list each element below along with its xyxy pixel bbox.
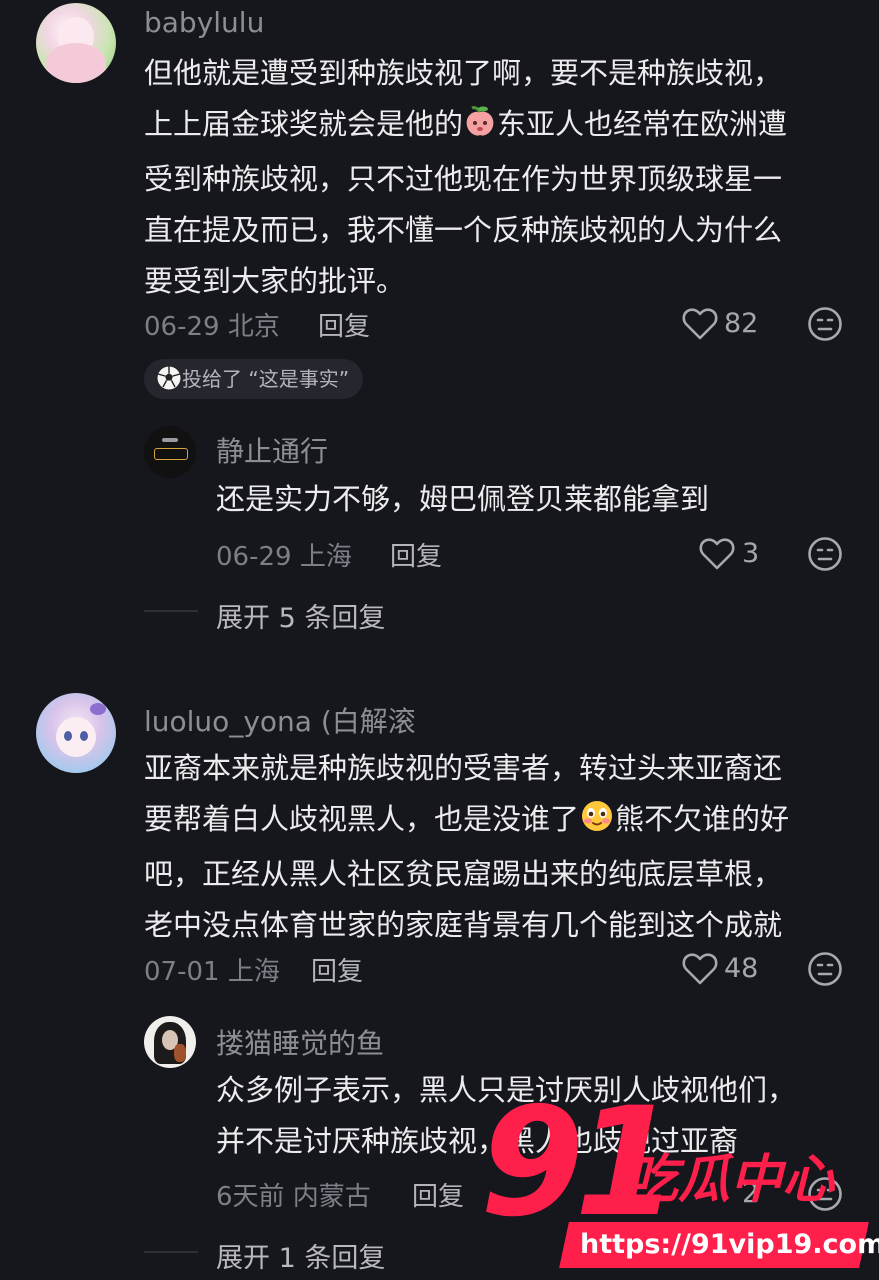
reply-date-location: 06-29 上海 xyxy=(216,542,352,572)
comment-username[interactable]: babylulu xyxy=(144,6,264,39)
comment-line: 老中没点体育世家的家庭背景有几个能到这个成就 xyxy=(144,908,783,942)
heart-icon[interactable] xyxy=(682,307,718,341)
comment-line: 但他就是遭受到种族歧视了啊，要不是种族歧视， xyxy=(144,56,783,90)
reply-date-location: 6天前 内蒙古 xyxy=(216,1182,371,1212)
reply-button[interactable]: 回复 xyxy=(390,536,442,573)
comment-date-location: 07-01 上海 xyxy=(144,957,280,987)
avatar[interactable] xyxy=(144,426,196,478)
comment-line: 亚裔本来就是种族歧视的受害者，转过头来亚裔还 xyxy=(144,751,783,785)
avatar[interactable] xyxy=(36,693,116,773)
divider xyxy=(144,610,198,612)
comment-line: 要帮着白人歧视黑人，也是没谁了 熊不欠谁的好 xyxy=(144,794,789,849)
reply-text: 还是实力不够，姆巴佩登贝莱都能拿到 xyxy=(216,482,710,516)
comment-line: 受到种族歧视，只不过他现在作为世界顶级球星一 xyxy=(144,162,783,196)
blush-emoji xyxy=(579,798,615,849)
comment-text: 但他就是遭受到种族歧视了啊，要不是种族歧视， 上上届金球奖就会是他的 东亚人也经常… xyxy=(144,48,787,307)
like-count: 82 xyxy=(724,308,759,339)
expand-replies-button[interactable]: 展开 5 条回复 xyxy=(216,596,385,635)
comment-username[interactable]: luoluo_yona (白解滚 xyxy=(144,700,416,740)
vote-badge[interactable]: 投给了 “这是事实” xyxy=(144,359,364,399)
heart-icon[interactable] xyxy=(699,537,735,571)
comment-line: 要受到大家的批评。 xyxy=(144,264,406,298)
watermark: 91 吃瓜中心 https://91vip19.com xyxy=(476,1088,879,1280)
like-count: 3 xyxy=(742,538,760,569)
avatar[interactable] xyxy=(144,1016,196,1068)
vote-badge-text: 投给了 “这是事实” xyxy=(182,367,350,391)
emoji-react-icon[interactable] xyxy=(807,951,843,987)
soccer-ball-icon xyxy=(156,364,182,404)
heart-icon[interactable] xyxy=(682,952,718,986)
reply-button[interactable]: 回复 xyxy=(311,951,363,988)
peach-emoji xyxy=(463,103,497,154)
reply-button[interactable]: 回复 xyxy=(412,1176,464,1213)
avatar[interactable] xyxy=(36,3,116,83)
comment-line: 直在提及而已，我不懂一个反种族歧视的人为什么 xyxy=(144,213,783,247)
reply-username[interactable]: 静止通行 xyxy=(216,430,328,470)
watermark-url: https://91vip19.com xyxy=(580,1229,879,1260)
comment-line: 上上届金球奖就会是他的 东亚人也经常在欧洲遭 xyxy=(144,99,787,154)
expand-replies-button[interactable]: 展开 1 条回复 xyxy=(216,1236,385,1275)
watermark-brand: 吃瓜中心 xyxy=(626,1150,835,1210)
comment-line: 吧，正经从黑人社区贫民窟踢出来的纯底层草根， xyxy=(144,857,783,891)
reply-username[interactable]: 搂猫睡觉的鱼 xyxy=(216,1022,384,1062)
comment-text: 亚裔本来就是种族歧视的受害者，转过头来亚裔还 要帮着白人歧视黑人，也是没谁了 熊不… xyxy=(144,743,789,951)
like-count: 48 xyxy=(724,953,759,984)
emoji-react-icon[interactable] xyxy=(807,306,843,342)
reply-button[interactable]: 回复 xyxy=(318,306,370,343)
comment-date-location: 06-29 北京 xyxy=(144,312,280,342)
divider xyxy=(144,1251,198,1253)
emoji-react-icon[interactable] xyxy=(807,536,843,572)
